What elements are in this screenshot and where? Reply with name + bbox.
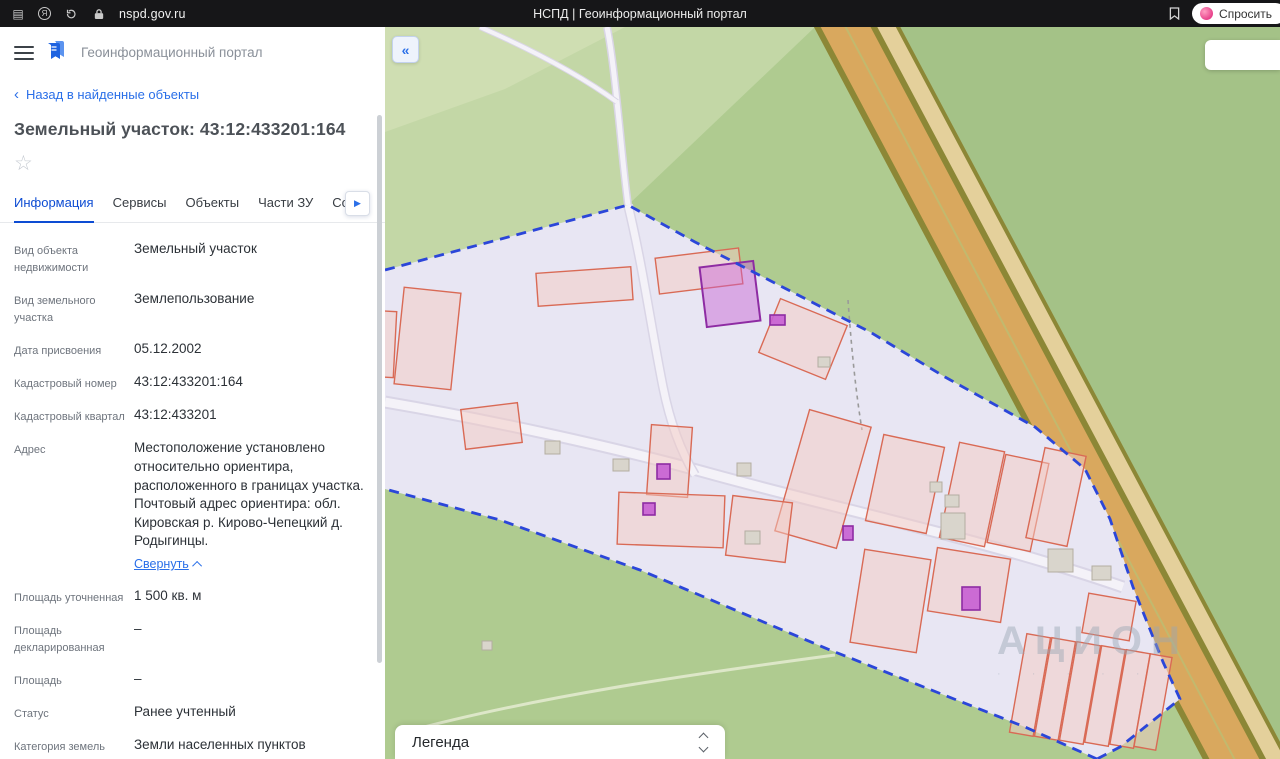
legend-panel[interactable]: Легенда — [395, 725, 725, 759]
field-value: Местоположение установлено относительно … — [134, 439, 365, 573]
field-value: Земли населенных пунктов — [134, 736, 306, 752]
field-assign-date: Дата присвоения 05.12.2002 — [14, 340, 365, 360]
field-value: – — [134, 670, 142, 686]
field-label: Адрес — [14, 444, 46, 457]
panel-header: Геоинформационный портал — [0, 27, 385, 71]
ask-label: Спросить — [1219, 6, 1272, 21]
field-land-category: Категория земель Земли населенных пункто… — [14, 736, 365, 756]
field-label: Вид земельного участка — [14, 295, 96, 325]
field-area: Площадь – — [14, 670, 365, 690]
menu-icon[interactable] — [14, 45, 34, 60]
browser-chrome: ▤ Я nspd.gov.ru НСПД | Геоинформационный… — [0, 0, 1280, 27]
tabs-panel-icon[interactable]: ▤ — [10, 6, 26, 22]
field-label: Категория земель — [14, 740, 105, 753]
back-link-label: Назад в найденные объекты — [26, 87, 200, 102]
field-cadastral-number: Кадастровый номер 43:12:433201:164 — [14, 373, 365, 393]
field-label: Дата присвоения — [14, 345, 102, 358]
field-status: Статус Ранее учтенный — [14, 703, 365, 723]
bookmark-icon[interactable] — [1166, 6, 1182, 22]
portal-title: Геоинформационный портал — [81, 45, 263, 60]
nspd-logo — [46, 40, 69, 65]
address-text: Местоположение установлено относительно … — [134, 440, 364, 549]
favorite-star-icon[interactable]: ☆ — [14, 153, 371, 174]
collapse-address-link[interactable]: Свернуть — [134, 556, 202, 573]
field-label: Статус — [14, 707, 49, 720]
attributes-list: Вид объекта недвижимости Земельный участ… — [0, 223, 385, 759]
tab-information[interactable]: Информация — [14, 186, 94, 223]
field-value: Землепользование — [134, 291, 255, 307]
field-value: 05.12.2002 — [134, 341, 202, 357]
legend-label: Легенда — [412, 733, 470, 751]
tab-parcel-parts[interactable]: Части ЗУ — [258, 186, 313, 222]
parcel-title: Земельный участок: 43:12:433201:164 — [14, 119, 346, 139]
reload-icon[interactable] — [63, 6, 79, 22]
map-search-box[interactable] — [1205, 40, 1280, 70]
field-area-refined: Площадь уточненная 1 500 кв. м — [14, 587, 365, 607]
field-value: 1 500 кв. м — [134, 587, 202, 603]
ask-button[interactable]: Спросить — [1192, 3, 1280, 24]
field-label: Кадастровый квартал — [14, 411, 125, 424]
field-object-kind: Вид объекта недвижимости Земельный участ… — [14, 240, 365, 277]
address-bar[interactable]: nspd.gov.ru — [119, 7, 186, 21]
field-label: Вид объекта недвижимости — [14, 245, 89, 275]
map-svg[interactable] — [385, 27, 1280, 759]
field-address: Адрес Местоположение установлено относит… — [14, 439, 365, 573]
field-value: Земельный участок — [134, 241, 257, 256]
field-value: 43:12:433201 — [134, 407, 217, 423]
lock-icon — [91, 6, 107, 22]
field-area-declared: Площадь декларированная – — [14, 620, 365, 657]
object-info-panel: Геоинформационный портал ‹ Назад в найде… — [0, 27, 385, 759]
profile-icon[interactable]: Я — [38, 7, 51, 20]
field-value: Ранее учтенный — [134, 703, 236, 719]
panel-collapse-button[interactable]: « — [392, 36, 419, 63]
chevron-left-icon: ‹ — [14, 86, 19, 103]
tab-services[interactable]: Сервисы — [113, 186, 167, 222]
tabs-scroll-right-button[interactable]: ▶ — [345, 191, 370, 216]
panel-scrollbar[interactable] — [377, 115, 382, 663]
field-parcel-kind: Вид земельного участка Землепользование — [14, 290, 365, 327]
field-label: Кадастровый номер — [14, 378, 117, 391]
legend-expand-icon[interactable] — [696, 730, 711, 755]
tab-bar: Информация Сервисы Объекты Части ЗУ Сост… — [0, 186, 385, 223]
field-value: 43:12:433201:164 — [134, 374, 243, 390]
collapse-link-label: Свернуть — [134, 557, 189, 572]
tab-objects[interactable]: Объекты — [185, 186, 239, 222]
field-label: Площадь — [14, 674, 62, 687]
back-to-results-link[interactable]: ‹ Назад в найденные объекты — [14, 87, 371, 102]
map-canvas[interactable]: АЦИОН · · · · · « Легенда — [385, 27, 1280, 759]
chevron-up-icon — [191, 561, 202, 572]
field-label: Площадь уточненная — [14, 591, 124, 604]
field-label: Площадь декларированная — [14, 624, 105, 654]
field-cadastral-block: Кадастровый квартал 43:12:433201 — [14, 406, 365, 426]
browser-tab-title: НСПД | Геоинформационный портал — [533, 6, 747, 21]
field-value: – — [134, 620, 142, 636]
ask-icon — [1200, 7, 1214, 20]
